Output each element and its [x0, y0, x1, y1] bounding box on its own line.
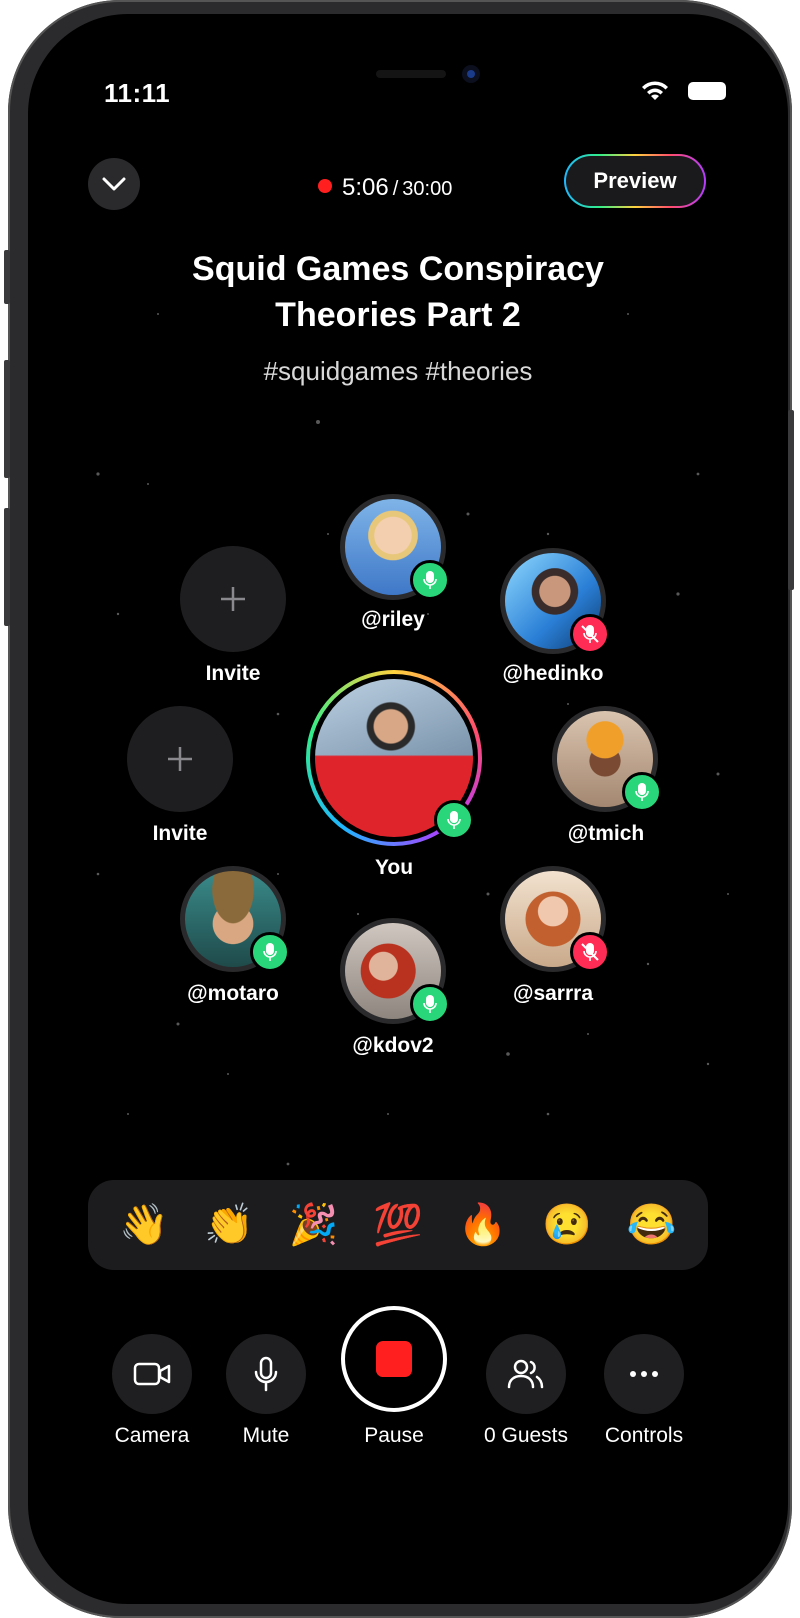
- mic-on-icon: [434, 800, 474, 840]
- reaction-laugh[interactable]: 😂: [627, 1205, 677, 1245]
- recording-timer: 5:06 / 30:00: [318, 174, 452, 202]
- participant-handle: @hedinko: [502, 662, 604, 685]
- volume-up-button: [4, 360, 10, 478]
- reaction-clap[interactable]: 👏: [204, 1205, 254, 1245]
- people-icon: [507, 1359, 544, 1389]
- phone-frame: 11:11 5:06 / 30:00 Preview Squid Games C…: [4, 0, 794, 1618]
- mute-control[interactable]: Mute: [206, 1334, 326, 1448]
- battery-icon: [688, 82, 726, 100]
- mic-on-icon: [250, 932, 290, 972]
- mic-muted-icon: [570, 614, 610, 654]
- app-screen: 11:11 5:06 / 30:00 Preview Squid Games C…: [28, 14, 788, 1604]
- mute-button[interactable]: [226, 1334, 306, 1414]
- controls-button[interactable]: [604, 1334, 684, 1414]
- pause-label: Pause: [364, 1424, 424, 1447]
- camera-control[interactable]: Camera: [92, 1334, 212, 1448]
- volume-down-button: [4, 508, 10, 626]
- mic-on-icon: [410, 560, 450, 600]
- mic-on-icon: [622, 772, 662, 812]
- mute-label: Mute: [242, 1424, 290, 1447]
- mic-muted-icon: [570, 932, 610, 972]
- pause-control[interactable]: Pause: [334, 1306, 454, 1448]
- video-camera-icon: [133, 1362, 171, 1386]
- ellipsis-icon: [630, 1371, 658, 1377]
- reaction-wave[interactable]: 👋: [119, 1205, 169, 1245]
- participant-sarrra[interactable]: [500, 866, 610, 972]
- participant-riley[interactable]: [340, 494, 450, 600]
- guests-control[interactable]: 0 Guests: [464, 1334, 588, 1448]
- participant-kdov2[interactable]: [340, 918, 450, 1024]
- recording-dot-icon: [318, 179, 332, 193]
- plus-icon: [221, 587, 245, 611]
- participant-you[interactable]: [306, 670, 482, 846]
- front-camera-icon: [462, 65, 480, 83]
- invite-slot-1[interactable]: [180, 546, 286, 652]
- participant-handle: @sarrra: [512, 982, 594, 1005]
- guests-label: 0 Guests: [483, 1424, 569, 1447]
- reaction-sad[interactable]: 😢: [542, 1205, 592, 1245]
- status-time: 11:11: [104, 78, 171, 108]
- action-button: [4, 250, 10, 304]
- room-hashtags: #squidgames #theories: [263, 356, 533, 386]
- recording-total: 30:00: [402, 178, 453, 200]
- recording-elapsed: 5:06: [342, 174, 389, 201]
- pause-button[interactable]: [341, 1306, 447, 1412]
- power-button: [788, 410, 794, 590]
- camera-button[interactable]: [112, 1334, 192, 1414]
- plus-icon: [168, 747, 192, 771]
- stop-square-icon: [376, 1341, 412, 1377]
- microphone-icon: [254, 1356, 278, 1392]
- reaction-hundred[interactable]: 💯: [373, 1205, 423, 1245]
- mic-on-icon: [410, 984, 450, 1024]
- collapse-button[interactable]: [88, 158, 140, 210]
- dynamic-island: [358, 58, 498, 92]
- chevron-down-icon: [102, 177, 126, 191]
- participant-motaro[interactable]: [180, 866, 290, 972]
- controls-label: Controls: [604, 1424, 684, 1447]
- preview-button-label: Preview: [566, 156, 704, 206]
- recording-separator: /: [392, 178, 399, 200]
- participant-hedinko[interactable]: [500, 548, 610, 654]
- guests-button[interactable]: [486, 1334, 566, 1414]
- preview-button[interactable]: Preview: [564, 154, 706, 208]
- reaction-party[interactable]: 🎉: [289, 1205, 339, 1245]
- participant-tmich[interactable]: [552, 706, 662, 812]
- invite-slot-2[interactable]: [127, 706, 233, 812]
- participant-handle: @kdov2: [352, 1034, 434, 1057]
- bottom-controls: Camera Mute Pause 0 Guests Controls: [28, 1306, 788, 1466]
- starfield-background: [96, 313, 729, 1166]
- participant-handle: @riley: [361, 608, 425, 631]
- more-controls[interactable]: Controls: [584, 1334, 704, 1448]
- invite-label-2: Invite: [152, 822, 208, 845]
- participant-handle: @tmich: [567, 822, 645, 845]
- room-title: Squid Games Conspiracy Theories Part 2: [192, 250, 604, 334]
- invite-label-1: Invite: [205, 662, 261, 685]
- wifi-icon: [642, 81, 668, 100]
- camera-label: Camera: [114, 1424, 190, 1447]
- participant-handle: You: [374, 856, 414, 879]
- reaction-fire[interactable]: 🔥: [458, 1205, 508, 1245]
- participant-handle: @motaro: [187, 982, 279, 1005]
- reaction-bar: 👋 👏 🎉 💯 🔥 😢 😂: [88, 1180, 708, 1270]
